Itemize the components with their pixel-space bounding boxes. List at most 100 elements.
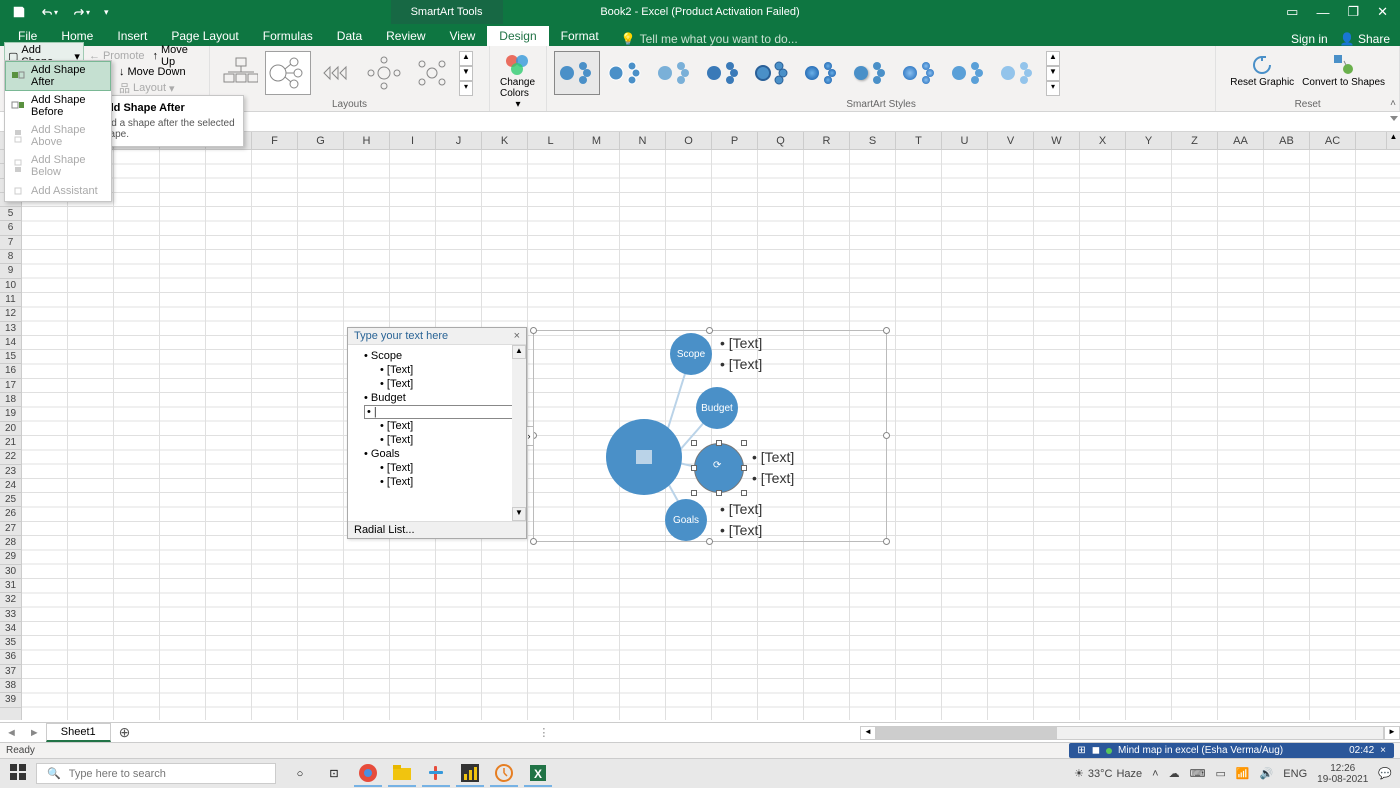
row-header-15[interactable]: 15 <box>0 350 21 364</box>
tray-chevron-icon[interactable]: ˄ <box>1152 768 1158 780</box>
tp-scope-sub2[interactable]: • [Text] <box>380 377 520 391</box>
task-view-icon[interactable]: ⊡ <box>320 761 348 787</box>
close-button[interactable]: ✕ <box>1377 4 1388 20</box>
styles-scroll-down[interactable]: ▼ <box>1046 66 1060 81</box>
column-header-W[interactable]: W <box>1034 132 1080 149</box>
weather-widget[interactable]: ☀ 33°C Haze <box>1074 767 1142 780</box>
ribbon-display-options[interactable]: ▭ <box>1286 4 1298 20</box>
styles-more[interactable]: ▾ <box>1046 81 1060 96</box>
row-header-21[interactable]: 21 <box>0 436 21 450</box>
move-down-button[interactable]: ↓ Move Down <box>116 65 189 79</box>
column-header-I[interactable]: I <box>390 132 436 149</box>
shape-handle[interactable] <box>716 490 722 496</box>
row-header-11[interactable]: 11 <box>0 293 21 307</box>
recording-badge[interactable]: ⊞ ◼ Mind map in excel (Esha Verma/Aug) 0… <box>1069 743 1394 758</box>
goals-node[interactable]: Goals <box>665 499 707 541</box>
clock[interactable]: 12:26 19-08-2021 <box>1317 763 1368 785</box>
row-header-30[interactable]: 30 <box>0 565 21 579</box>
row-header-6[interactable]: 6 <box>0 221 21 235</box>
column-header-G[interactable]: G <box>298 132 344 149</box>
reset-graphic-button[interactable]: Reset Graphic <box>1226 51 1298 90</box>
shape-handle[interactable] <box>691 465 697 471</box>
row-header-16[interactable]: 16 <box>0 364 21 378</box>
shape-handle[interactable] <box>741 440 747 446</box>
sheet-tab-1[interactable]: Sheet1 <box>46 723 111 742</box>
row-header-27[interactable]: 27 <box>0 522 21 536</box>
worksheet-grid[interactable]: 1234567891011121314151617181920212223242… <box>0 150 1400 720</box>
add-shape-after-item[interactable]: Add Shape After <box>5 61 111 91</box>
column-header-J[interactable]: J <box>436 132 482 149</box>
add-sheet-button[interactable]: ⊕ <box>111 724 139 741</box>
language-indicator[interactable]: ENG <box>1283 768 1307 780</box>
row-header-5[interactable]: 5 <box>0 207 21 221</box>
column-header-P[interactable]: P <box>712 132 758 149</box>
text-pane-body[interactable]: ▲ ▼ • Scope • [Text] • [Text] • Budget •… <box>348 345 526 521</box>
tell-me-search[interactable]: 💡 Tell me what you want to do... <box>621 32 798 46</box>
column-header-AB[interactable]: AB <box>1264 132 1310 149</box>
h-scroll-left[interactable]: ◄ <box>860 726 876 740</box>
tp-budget[interactable]: • Budget <box>364 391 520 405</box>
row-header-34[interactable]: 34 <box>0 622 21 636</box>
column-header-S[interactable]: S <box>850 132 896 149</box>
tp-goals-sub2[interactable]: • [Text] <box>380 475 520 489</box>
start-button[interactable] <box>0 764 36 783</box>
style-option-10[interactable] <box>995 51 1041 95</box>
change-colors-button[interactable]: Change Colors▾ <box>494 48 542 113</box>
row-header-10[interactable]: 10 <box>0 279 21 293</box>
column-header-L[interactable]: L <box>528 132 574 149</box>
column-header-M[interactable]: M <box>574 132 620 149</box>
column-header-O[interactable]: O <box>666 132 712 149</box>
tab-review[interactable]: Review <box>374 26 437 46</box>
resize-handle-ne[interactable] <box>883 327 890 334</box>
slack-icon[interactable] <box>422 761 450 787</box>
layout-option-1[interactable] <box>217 51 263 95</box>
row-header-25[interactable]: 25 <box>0 493 21 507</box>
row-header-24[interactable]: 24 <box>0 479 21 493</box>
style-option-5[interactable] <box>750 51 796 95</box>
tp-selected-item[interactable]: • <box>364 405 520 419</box>
resize-handle-nw[interactable] <box>530 327 537 334</box>
style-option-1[interactable] <box>554 51 600 95</box>
row-header-26[interactable]: 26 <box>0 507 21 521</box>
column-header-F[interactable]: F <box>252 132 298 149</box>
row-header-14[interactable]: 14 <box>0 336 21 350</box>
column-header-X[interactable]: X <box>1080 132 1126 149</box>
style-option-9[interactable] <box>946 51 992 95</box>
row-header-36[interactable]: 36 <box>0 650 21 664</box>
layout-option-5[interactable] <box>409 51 455 95</box>
text-pane-close-button[interactable]: × <box>514 330 520 342</box>
row-header-33[interactable]: 33 <box>0 608 21 622</box>
powerbi-icon[interactable] <box>456 761 484 787</box>
shape-handle[interactable] <box>716 440 722 446</box>
meet-now-icon[interactable]: ▭ <box>1215 767 1225 780</box>
resize-handle-n[interactable] <box>706 327 713 334</box>
row-header-19[interactable]: 19 <box>0 407 21 421</box>
column-header-AA[interactable]: AA <box>1218 132 1264 149</box>
row-header-35[interactable]: 35 <box>0 636 21 650</box>
tp-goals-sub1[interactable]: • [Text] <box>380 461 520 475</box>
budget-node[interactable]: Budget <box>696 387 738 429</box>
center-node[interactable] <box>606 419 682 495</box>
tp-scope[interactable]: • Scope <box>364 349 520 363</box>
row-header-38[interactable]: 38 <box>0 679 21 693</box>
column-header-Z[interactable]: Z <box>1172 132 1218 149</box>
style-option-4[interactable] <box>701 51 747 95</box>
rotate-handle[interactable]: ⟳ <box>713 460 721 471</box>
column-header-Q[interactable]: Q <box>758 132 804 149</box>
column-header-H[interactable]: H <box>344 132 390 149</box>
style-option-3[interactable] <box>652 51 698 95</box>
cortana-icon[interactable]: ○ <box>286 761 314 787</box>
selected-node[interactable]: ⟳ <box>694 443 744 493</box>
recording-close[interactable]: × <box>1380 745 1386 756</box>
convert-shapes-button[interactable]: Convert to Shapes <box>1298 51 1389 90</box>
undo-button[interactable]: ▾ <box>34 3 64 21</box>
row-header-7[interactable]: 7 <box>0 236 21 250</box>
sheet-nav-next[interactable]: ► <box>23 727 46 739</box>
tp-scope-sub1[interactable]: • [Text] <box>380 363 520 377</box>
keyboard-icon[interactable]: ⌨ <box>1190 767 1206 780</box>
customize-qat[interactable]: ▾ <box>98 5 115 20</box>
shape-handle[interactable] <box>691 440 697 446</box>
layouts-scroll-up[interactable]: ▲ <box>459 51 473 66</box>
selected-bullets[interactable]: • [Text] • [Text] <box>752 447 794 489</box>
resize-handle-sw[interactable] <box>530 538 537 545</box>
